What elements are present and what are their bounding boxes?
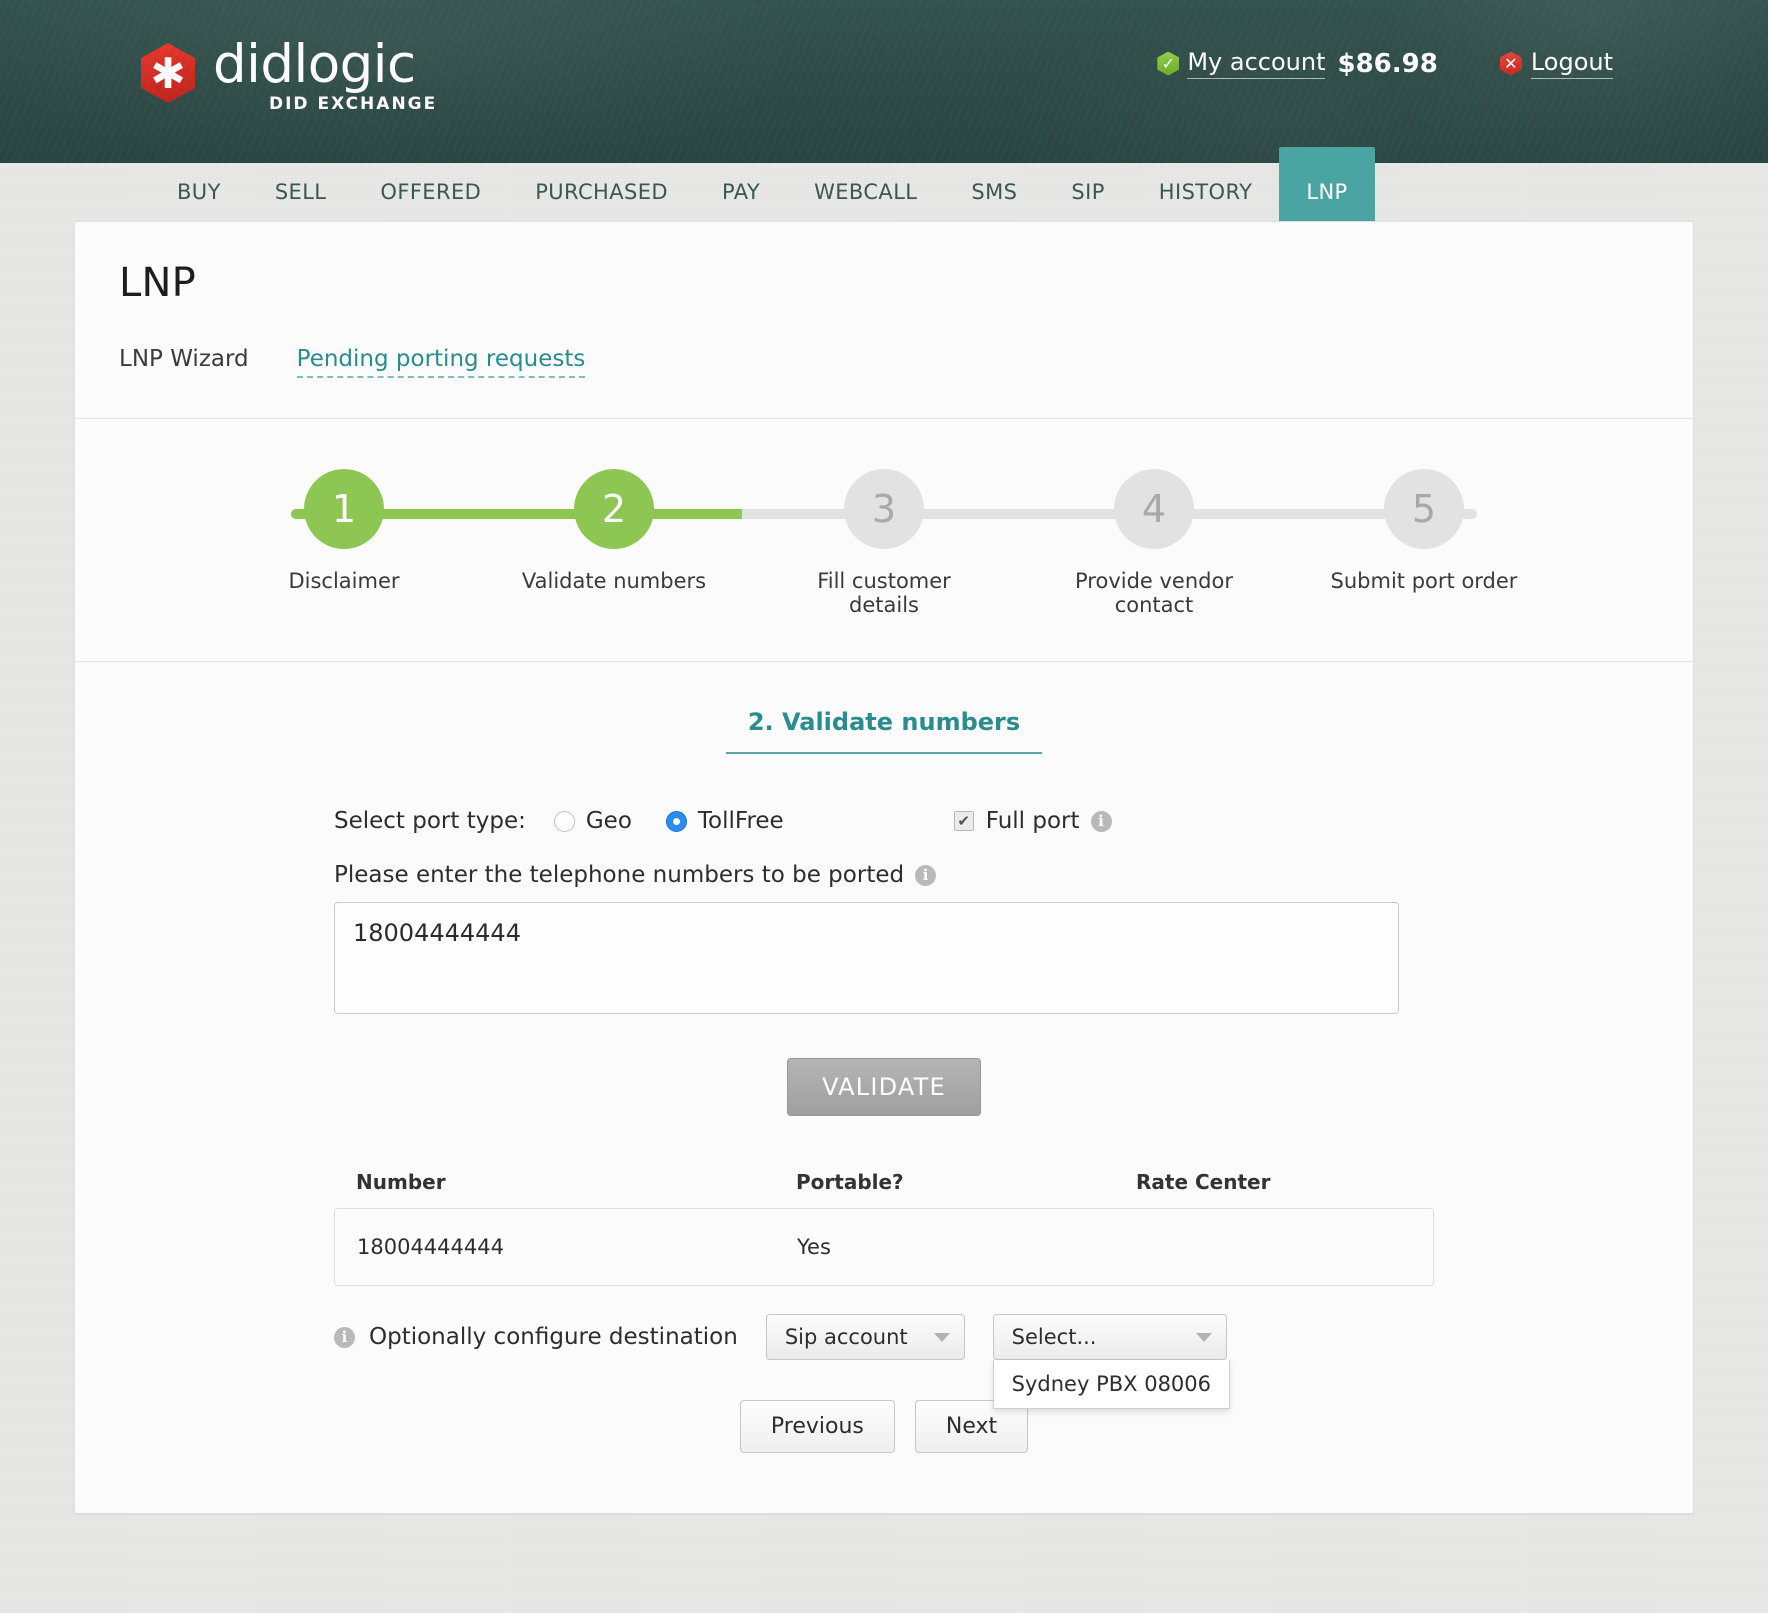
numbers-field-label-row: Please enter the telephone numbers to be… — [334, 862, 1434, 888]
column-header-number: Number — [356, 1170, 446, 1194]
destination-type-select[interactable]: Sip account — [765, 1314, 965, 1360]
results-header-row: Number Portable? Rate Center — [334, 1170, 1434, 1208]
nav-item-webcall[interactable]: WEBCALL — [787, 163, 944, 221]
section-title-wrap: 2. Validate numbers — [75, 708, 1693, 754]
step-4-label: Provide vendor contact — [1075, 569, 1233, 617]
numbers-field-label: Please enter the telephone numbers to be… — [334, 862, 905, 888]
step-2-circle[interactable]: 2 — [574, 469, 654, 549]
step-4-circle[interactable]: 4 — [1114, 469, 1194, 549]
brand-logo[interactable]: ✱ didlogic DID EXCHANGE — [141, 38, 437, 114]
nav-item-history[interactable]: HISTORY — [1132, 163, 1280, 221]
destination-type-select-value: Sip account — [784, 1325, 908, 1349]
radio-option-tollfree[interactable]: TollFree — [665, 808, 784, 834]
cell-number: 18004444444 — [357, 1235, 504, 1259]
main-nav: BUY SELL OFFERED PURCHASED PAY WEBCALL S… — [0, 147, 1768, 221]
subtab-lnp-wizard[interactable]: LNP Wizard — [119, 346, 249, 372]
table-row: 18004444444 Yes — [334, 1208, 1434, 1286]
header-account-area: ✓ My account $86.98 ✕ Logout — [1157, 48, 1613, 79]
step-1-disclaimer[interactable]: 1 Disclaimer — [249, 469, 439, 617]
column-header-rate-center: Rate Center — [1136, 1170, 1271, 1194]
destination-account-select-wrap: Select... Sydney PBX 08006 — [992, 1314, 1231, 1409]
destination-account-dropdown-menu: Sydney PBX 08006 — [992, 1360, 1231, 1409]
site-header: ✱ didlogic DID EXCHANGE ✓ My account $86… — [0, 0, 1768, 163]
step-1-circle[interactable]: 1 — [304, 469, 384, 549]
wizard-nav-buttons: Previous Next — [334, 1400, 1434, 1453]
destination-account-select-value: Select... — [1011, 1325, 1097, 1349]
logout-link[interactable]: Logout — [1530, 48, 1613, 79]
nav-item-buy[interactable]: BUY — [150, 163, 248, 221]
cell-rate-center — [1137, 1235, 1411, 1259]
sub-tabs: LNP Wizard Pending porting requests — [119, 346, 1649, 418]
asterisk-icon: ✱ — [150, 49, 186, 98]
port-type-row: Select port type: Geo TollFree ✔ Full po… — [334, 808, 1434, 834]
nav-item-offered[interactable]: OFFERED — [353, 163, 508, 221]
content-panel: LNP LNP Wizard Pending porting requests … — [74, 221, 1694, 1514]
radio-tollfree-icon[interactable] — [665, 810, 687, 832]
radio-option-geo[interactable]: Geo — [553, 808, 632, 834]
step-1-label: Disclaimer — [288, 569, 400, 593]
port-type-radio-group: Geo TollFree — [553, 808, 784, 834]
cell-portable: Yes — [797, 1235, 831, 1259]
nav-item-lnp[interactable]: LNP — [1279, 147, 1375, 221]
step-4-provide-vendor-contact[interactable]: 4 Provide vendor contact — [1059, 469, 1249, 617]
full-port-checkbox[interactable]: ✔ — [953, 811, 974, 831]
port-type-label: Select port type: — [334, 808, 526, 834]
step-2-validate-numbers[interactable]: 2 Validate numbers — [519, 469, 709, 617]
validate-button[interactable]: VALIDATE — [787, 1058, 981, 1116]
validation-results-table: Number Portable? Rate Center 18004444444… — [334, 1170, 1434, 1286]
numbers-textarea[interactable] — [334, 902, 1399, 1014]
step-5-circle[interactable]: 5 — [1384, 469, 1464, 549]
step-3-circle[interactable]: 3 — [844, 469, 924, 549]
destination-config-row: i Optionally configure destination Sip a… — [334, 1314, 1434, 1409]
step-5-submit-port-order[interactable]: 5 Submit port order — [1329, 469, 1519, 617]
nav-item-pay[interactable]: PAY — [695, 163, 787, 221]
nav-item-sip[interactable]: SIP — [1044, 163, 1131, 221]
validate-button-wrap: VALIDATE — [334, 1058, 1434, 1116]
radio-geo-label: Geo — [585, 808, 632, 834]
my-account-link[interactable]: My account — [1187, 48, 1326, 79]
full-port-label: Full port — [985, 808, 1080, 834]
destination-label: Optionally configure destination — [369, 1324, 738, 1350]
destination-info-icon[interactable]: i — [334, 1326, 355, 1348]
wizard-stepper: 1 Disclaimer 2 Validate numbers 3 Fill c… — [75, 419, 1693, 661]
close-icon: ✕ — [1499, 51, 1522, 76]
chevron-down-icon — [1195, 1332, 1212, 1342]
destination-account-select[interactable]: Select... — [992, 1314, 1227, 1360]
nav-item-purchased[interactable]: PURCHASED — [508, 163, 695, 221]
step-5-label: Submit port order — [1330, 569, 1518, 593]
nav-item-sms[interactable]: SMS — [944, 163, 1044, 221]
section-title: 2. Validate numbers — [725, 708, 1043, 754]
my-account-group[interactable]: ✓ My account $86.98 — [1157, 48, 1438, 79]
chevron-down-icon — [933, 1332, 950, 1342]
step-3-fill-customer-details[interactable]: 3 Fill customer details — [789, 469, 979, 617]
check-icon: ✓ — [1157, 51, 1180, 76]
wizard-step-form: 2. Validate numbers Select port type: Ge… — [75, 662, 1693, 1513]
nav-item-sell[interactable]: SELL — [248, 163, 354, 221]
full-port-info-icon[interactable]: i — [1090, 810, 1112, 832]
account-balance: $86.98 — [1337, 48, 1438, 79]
step-3-label: Fill customer details — [817, 569, 951, 617]
logout-group[interactable]: ✕ Logout — [1499, 48, 1613, 79]
dropdown-option-sydney-pbx[interactable]: Sydney PBX 08006 — [994, 1360, 1229, 1408]
subtab-pending-porting-requests[interactable]: Pending porting requests — [296, 346, 586, 378]
column-header-portable: Portable? — [796, 1170, 904, 1194]
panel-header: LNP LNP Wizard Pending porting requests — [75, 222, 1693, 418]
previous-button[interactable]: Previous — [739, 1400, 895, 1453]
logo-tagline: DID EXCHANGE — [269, 94, 438, 114]
radio-geo-icon[interactable] — [553, 810, 575, 832]
step-2-label: Validate numbers — [521, 569, 707, 593]
radio-tollfree-label: TollFree — [697, 808, 784, 834]
numbers-info-icon[interactable]: i — [915, 864, 937, 886]
logo-hexagon-icon: ✱ — [141, 43, 195, 103]
logo-wordmark: didlogic — [213, 34, 416, 95]
page-title: LNP — [119, 260, 196, 306]
full-port-group[interactable]: ✔ Full port i — [953, 808, 1112, 834]
